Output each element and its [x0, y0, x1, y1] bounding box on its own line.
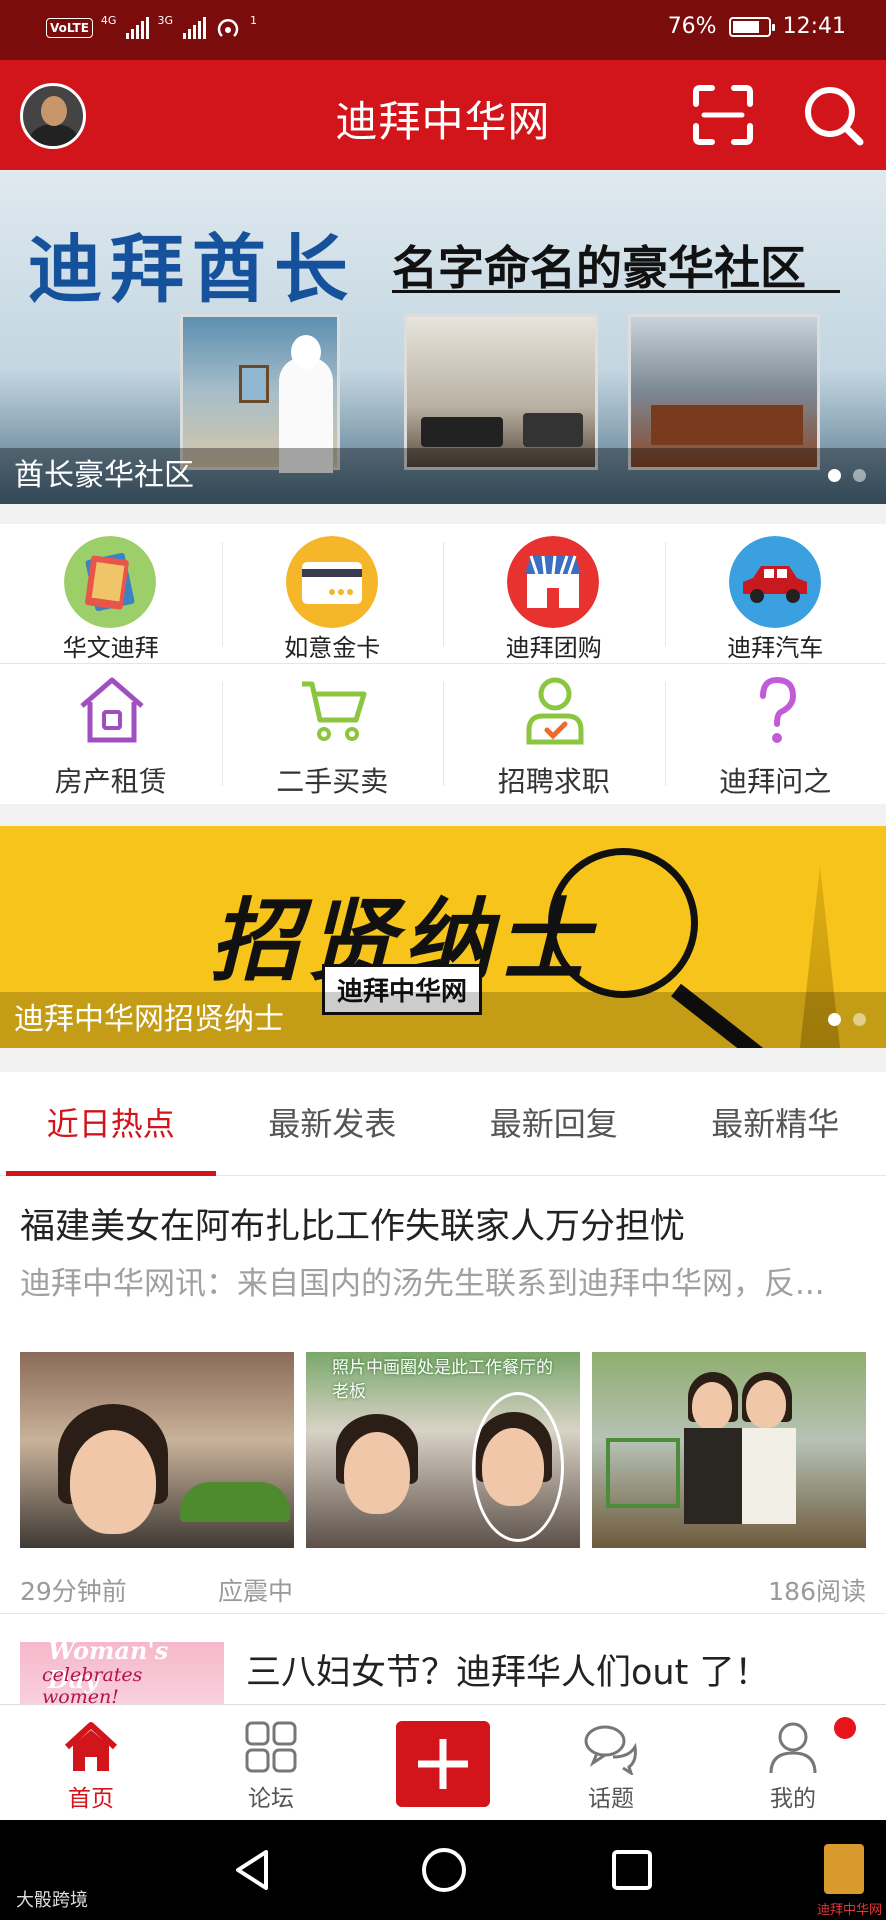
nav-forum[interactable]: 论坛 [196, 1705, 346, 1821]
carousel-indicator [828, 469, 866, 482]
post-thumbnail[interactable]: Woman's Day celebrates women! [20, 1642, 224, 1712]
car-icon [728, 536, 821, 628]
bottom-nav: 首页 论坛 话题 我的 [0, 1704, 886, 1820]
quick-link-huawen[interactable]: 华文迪拜 [0, 524, 222, 664]
battery-icon [728, 16, 775, 37]
watermark-logo [824, 1844, 864, 1894]
status-right: 76% 12:41 [668, 14, 846, 39]
card-icon [285, 536, 378, 628]
search-icon[interactable] [800, 82, 866, 148]
post-feed: 福建美女在阿布扎比工作失联家人万分担忧 迪拜中华网讯：来自国内的汤先生联系到迪拜… [0, 1176, 886, 1712]
status-bar: VoLTE 4G 3G 1 76% 12:41 [0, 0, 886, 60]
quick-links-grid: 华文迪拜 如意金卡 迪拜团购 迪拜汽车 房产租赁 二手买卖 招聘求职 迪拜问之 [0, 524, 886, 804]
quick-links-row: 华文迪拜 如意金卡 迪拜团购 迪拜汽车 [0, 524, 886, 664]
post-excerpt: 迪拜中华网讯：来自国内的汤先生联系到迪拜中华网，反... [20, 1266, 825, 1302]
nav-me-label: 我的 [770, 1786, 816, 1812]
quick-link-gold-card[interactable]: 如意金卡 [221, 524, 444, 664]
post-title[interactable]: 福建美女在阿布扎比工作失联家人万分担忧 [20, 1198, 685, 1249]
chat-bubbles-icon [584, 1725, 637, 1775]
recents-icon[interactable] [606, 1844, 658, 1896]
quick-link-label: 迪拜问之 [719, 765, 832, 798]
carousel-dot [853, 469, 866, 482]
post-image[interactable] [20, 1352, 294, 1548]
feed-tabs: 近日热点 最新发表 最新回复 最新精华 [0, 1072, 886, 1176]
list-item[interactable]: Woman's Day celebrates women! 三八妇女节？迪拜华人… [0, 1614, 886, 1712]
post-author[interactable]: 应震中 [218, 1572, 293, 1608]
quick-link-label: 华文迪拜 [62, 634, 159, 662]
hotspot-icon [217, 19, 239, 37]
notification-dot [834, 1717, 856, 1739]
add-post-button[interactable] [396, 1721, 490, 1807]
quick-link-label: 迪拜团购 [505, 634, 602, 662]
quick-link-cars[interactable]: 迪拜汽车 [664, 524, 886, 664]
quick-link-jobs[interactable]: 招聘求职 [443, 664, 665, 804]
carousel-dot-active [828, 469, 841, 482]
quick-links-row: 房产租赁 二手买卖 招聘求职 迪拜问之 [0, 664, 886, 804]
quick-link-rental[interactable]: 房产租赁 [0, 664, 222, 804]
post-image[interactable] [592, 1352, 866, 1548]
banner-caption: 迪拜中华网招贤纳士 [14, 1002, 284, 1037]
home-icon [64, 1722, 118, 1771]
system-nav-bar: 大骰跨境 迪拜中华网 [0, 1820, 886, 1920]
tab-hot[interactable]: 近日热点 [0, 1072, 222, 1176]
post-read-count: 186阅读 [768, 1577, 866, 1606]
sim2-network-label: 3G [157, 14, 173, 27]
scan-icon[interactable] [690, 82, 756, 148]
tab-latest-replies[interactable]: 最新回复 [443, 1072, 665, 1176]
status-left: VoLTE 4G 3G 1 [46, 14, 259, 42]
battery-percent: 76% [667, 14, 717, 39]
carousel-indicator [828, 1013, 866, 1026]
post-title[interactable]: 三八妇女节？迪拜华人们out 了！ [246, 1644, 769, 1695]
quick-link-label: 招聘求职 [497, 765, 610, 798]
user-icon [769, 1722, 817, 1774]
list-item[interactable]: 福建美女在阿布扎比工作失联家人万分担忧 迪拜中华网讯：来自国内的汤先生联系到迪拜… [0, 1176, 886, 1614]
shop-icon [507, 536, 599, 628]
banner-caption: 酋长豪华社区 [14, 458, 194, 493]
banner-photo-sheikh [180, 314, 340, 473]
banner-subheadline: 名字命名的豪华社区 [392, 241, 806, 295]
quick-link-label: 二手买卖 [276, 765, 389, 798]
book-icon [64, 536, 156, 628]
quick-link-label: 房产租赁 [54, 765, 167, 798]
house-icon [80, 677, 144, 743]
nav-home-label: 首页 [68, 1786, 114, 1812]
quick-link-group-buy[interactable]: 迪拜团购 [443, 524, 665, 664]
nav-home[interactable]: 首页 [16, 1705, 166, 1821]
thumbnail-subtitle: celebrates women! [42, 1664, 143, 1708]
grid-icon [245, 1721, 297, 1773]
banner-carousel-1[interactable]: 迪拜酋长 名字命名的豪华社区 酋长豪华社区 [0, 170, 886, 504]
signal-1-icon [126, 17, 150, 39]
back-icon[interactable] [226, 1844, 278, 1896]
nav-forum-label: 论坛 [248, 1786, 294, 1812]
signal-2-icon [182, 17, 206, 39]
post-time: 29分钟前 [20, 1577, 127, 1606]
watermark-left: 大骰跨境 [16, 1890, 88, 1911]
nav-topic-label: 话题 [588, 1786, 634, 1812]
hotspot-count: 1 [249, 14, 257, 27]
tab-featured[interactable]: 最新精华 [665, 1072, 886, 1176]
tab-latest-posts[interactable]: 最新发表 [222, 1072, 444, 1176]
sim1-network-label: 4G [100, 14, 117, 27]
quick-link-label: 迪拜汽车 [727, 634, 824, 662]
post-image[interactable]: 照片中画圈处是此工作餐厅的老板 [306, 1352, 580, 1548]
carousel-dot [853, 1013, 866, 1026]
clock: 12:41 [782, 14, 846, 39]
banner-photo-lobby [404, 314, 598, 470]
cart-icon [301, 681, 366, 741]
banner-underline [392, 290, 840, 293]
quick-link-label: 如意金卡 [284, 634, 381, 662]
volte-indicator: VoLTE [46, 18, 93, 38]
person-check-icon [526, 677, 584, 745]
question-icon [759, 676, 796, 743]
home-circle-icon[interactable] [418, 1844, 470, 1896]
carousel-dot-active [828, 1013, 841, 1026]
quick-link-secondhand[interactable]: 二手买卖 [221, 664, 444, 804]
banner-carousel-2[interactable]: 招贤纳士 迪拜中华网 迪拜中华网招贤纳士 [0, 826, 886, 1048]
watermark-right: 迪拜中华网 [816, 1903, 882, 1918]
app-header: 迪拜中华网 [0, 60, 886, 170]
quick-link-faq[interactable]: 迪拜问之 [664, 664, 886, 804]
nav-topic[interactable]: 话题 [536, 1705, 686, 1821]
banner-headline: 迪拜酋长 [28, 227, 356, 313]
banner-photo-reception [628, 314, 820, 470]
